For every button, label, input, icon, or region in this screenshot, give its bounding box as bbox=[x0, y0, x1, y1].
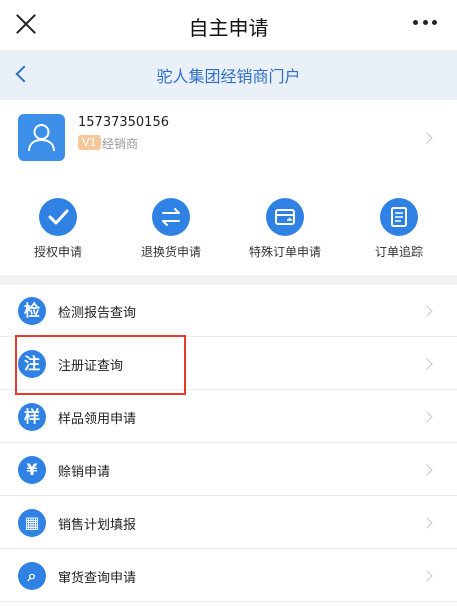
action-authorization[interactable]: 授权申请 bbox=[8, 198, 108, 260]
menu-item-label: 窜货查询申请 bbox=[58, 571, 137, 586]
search-doc-icon: ⌕ bbox=[18, 562, 46, 590]
chevron-right-icon bbox=[421, 570, 433, 582]
top-bar: 自主申请 bbox=[0, 0, 457, 50]
action-label: 授权申请 bbox=[33, 245, 82, 259]
action-order-tracking[interactable]: 订单追踪 bbox=[349, 198, 449, 260]
portal-title: 驼人集团经销商门户 bbox=[156, 67, 301, 86]
menu-item-channel-conflict[interactable]: ⌕ 窜货查询申请 bbox=[0, 550, 457, 602]
chevron-right-icon bbox=[421, 305, 433, 317]
menu-item-credit-sale[interactable]: ¥ 赊销申请 bbox=[0, 444, 457, 496]
profile-card[interactable]: 15737350156 V1 经销商 bbox=[0, 100, 457, 180]
chevron-right-icon bbox=[421, 517, 433, 529]
more-icon[interactable] bbox=[413, 20, 437, 26]
chevron-right-icon bbox=[421, 411, 433, 423]
swap-icon bbox=[152, 198, 190, 236]
chevron-right-icon bbox=[421, 132, 433, 144]
action-label: 退换货申请 bbox=[140, 245, 201, 259]
chevron-right-icon bbox=[421, 464, 433, 476]
menu-item-label: 检测报告查询 bbox=[58, 306, 137, 321]
menu-item-sales-plan[interactable]: ▦ 销售计划填报 bbox=[0, 497, 457, 549]
document-icon bbox=[380, 198, 418, 236]
check-icon bbox=[39, 198, 77, 236]
nav-bar: 驼人集团经销商门户 bbox=[0, 50, 457, 100]
sample-icon: 样 bbox=[18, 403, 46, 431]
action-label: 订单追踪 bbox=[374, 245, 423, 259]
calendar-icon: ▦ bbox=[18, 509, 46, 537]
menu-item-label: 赊销申请 bbox=[58, 465, 111, 480]
page-title: 自主申请 bbox=[188, 16, 269, 40]
role-label: 经销商 bbox=[102, 137, 139, 151]
menu-list: 检 检测报告查询 注 注册证查询 样 样品领用申请 ¥ 赊销申请 ▦ 销售计划填… bbox=[0, 285, 457, 609]
menu-item-label: 样品领用申请 bbox=[58, 412, 137, 427]
action-label: 特殊订单申请 bbox=[248, 245, 321, 259]
menu-item-test-report[interactable]: 检 检测报告查询 bbox=[0, 285, 457, 337]
quick-actions: 授权申请 退换货申请 特殊订单申请 订单追踪 bbox=[0, 180, 457, 275]
report-icon: 检 bbox=[18, 297, 46, 325]
avatar bbox=[18, 114, 65, 161]
action-return-exchange[interactable]: 退换货申请 bbox=[121, 198, 221, 260]
yen-icon: ¥ bbox=[18, 456, 46, 484]
action-special-order[interactable]: 特殊订单申请 bbox=[235, 198, 335, 260]
level-badge: V1 bbox=[78, 135, 101, 150]
phone-number: 15737350156 bbox=[78, 115, 169, 130]
highlight-box bbox=[15, 335, 186, 395]
menu-item-sample[interactable]: 样 样品领用申请 bbox=[0, 391, 457, 443]
card-icon bbox=[266, 198, 304, 236]
menu-item-label: 销售计划填报 bbox=[58, 518, 137, 533]
chevron-right-icon bbox=[421, 358, 433, 370]
